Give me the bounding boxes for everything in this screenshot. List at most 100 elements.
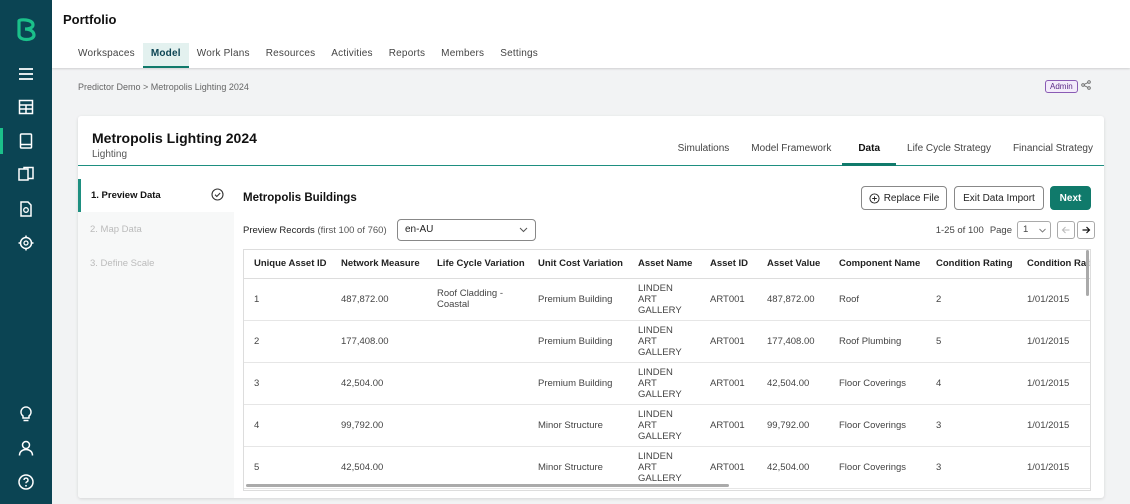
help-icon[interactable]: [0, 467, 52, 497]
table-row[interactable]: 1 487,872.00 Roof Cladding - Coastal Pre…: [244, 278, 1090, 321]
table-row[interactable]: 5 42,504.00 Minor Structure LINDEN ART G…: [244, 446, 1090, 489]
tab-life-cycle-strategy[interactable]: Life Cycle Strategy: [896, 142, 1002, 166]
table-cell: 5: [244, 446, 331, 489]
column-header[interactable]: Asset ID: [700, 250, 757, 279]
table-cell: Premium Building: [528, 320, 628, 363]
preview-table[interactable]: Unique Asset ID Network Measure Life Cyc…: [243, 249, 1091, 491]
table-cell: 42,504.00: [331, 446, 427, 489]
table-cell: 2: [244, 320, 331, 363]
table-cell: LINDEN ART GALLERY: [628, 446, 700, 489]
table-cell: Roof: [829, 278, 926, 321]
share-icon[interactable]: [1081, 80, 1091, 90]
project-card: Metropolis Lighting 2024 Lighting Simula…: [78, 116, 1104, 498]
user-icon[interactable]: [0, 433, 52, 463]
logo-icon[interactable]: [13, 17, 39, 43]
table-cell: ART001: [700, 446, 757, 489]
nav-members[interactable]: Members: [433, 43, 492, 68]
preview-label-text: Preview Records: [243, 225, 315, 236]
project-tabs: Simulations Model Framework Data Life Cy…: [667, 142, 1104, 166]
nav-resources[interactable]: Resources: [258, 43, 324, 68]
nav-work-plans[interactable]: Work Plans: [189, 43, 258, 68]
column-header[interactable]: Condition Rating: [926, 250, 1017, 279]
table-cell: 99,792.00: [331, 404, 427, 447]
table-cell: 3: [244, 362, 331, 405]
step-define-scale[interactable]: 3. Define Scale: [78, 247, 234, 280]
tab-financial-strategy[interactable]: Financial Strategy: [1002, 142, 1104, 166]
preview-records-label: Preview Records (first 100 of 760): [243, 225, 387, 236]
nav-reports[interactable]: Reports: [381, 43, 433, 68]
replace-file-label: Replace File: [883, 192, 940, 204]
tab-simulations[interactable]: Simulations: [667, 142, 741, 166]
nav-workspaces[interactable]: Workspaces: [70, 43, 143, 68]
book-icon[interactable]: [0, 126, 52, 156]
add-circle-icon: [869, 192, 880, 204]
vertical-scrollbar[interactable]: [1086, 250, 1089, 296]
nav-activities[interactable]: Activities: [323, 43, 380, 68]
page-select[interactable]: 1: [1017, 221, 1051, 239]
table-cell: 487,872.00: [757, 278, 829, 321]
table-row[interactable]: 4 99,792.00 Minor Structure LINDEN ART G…: [244, 404, 1090, 447]
nav-settings[interactable]: Settings: [492, 43, 546, 68]
arrow-right-icon: [1082, 226, 1091, 234]
bulb-icon[interactable]: [0, 399, 52, 429]
tab-model-framework[interactable]: Model Framework: [740, 142, 842, 166]
step-map-data[interactable]: 2. Map Data: [78, 213, 234, 246]
copy-icon[interactable]: [0, 160, 52, 190]
horizontal-scrollbar[interactable]: [246, 484, 729, 487]
chevron-down-icon: [1039, 228, 1046, 233]
column-header[interactable]: Asset Value: [757, 250, 829, 279]
table-row[interactable]: 3 42,504.00 Premium Building LINDEN ART …: [244, 362, 1090, 405]
table-cell: Roof Plumbing: [829, 320, 926, 363]
column-header[interactable]: Asset Name: [628, 250, 700, 279]
table-cell: [427, 362, 528, 405]
table-cell: 487,872.00: [331, 278, 427, 321]
table-cell: Premium Building: [528, 278, 628, 321]
table-cell: LINDEN ART GALLERY: [628, 362, 700, 405]
step-label: 1. Preview Data: [91, 190, 161, 201]
column-header[interactable]: Unit Cost Variation: [528, 250, 628, 279]
step-preview-data[interactable]: 1. Preview Data: [78, 179, 234, 212]
page-range: 1-25 of 100: [935, 224, 984, 236]
table-cell: Floor Coverings: [829, 362, 926, 405]
table-cell: 99,792.00: [757, 404, 829, 447]
check-circle-icon: [211, 188, 224, 201]
column-header[interactable]: Component Name: [829, 250, 926, 279]
column-header[interactable]: Condition Rati: [1017, 250, 1090, 279]
data-table: Unique Asset ID Network Measure Life Cyc…: [244, 250, 1090, 489]
nav-model[interactable]: Model: [142, 43, 189, 68]
table-cell: Minor Structure: [528, 446, 628, 489]
arrow-left-icon: [1061, 226, 1070, 234]
table-cell: Floor Coverings: [829, 404, 926, 447]
table-cell: 3: [926, 404, 1017, 447]
breadcrumb[interactable]: Predictor Demo > Metropolis Lighting 202…: [78, 82, 249, 92]
menu-icon[interactable]: [0, 59, 52, 89]
table-cell: Premium Building: [528, 362, 628, 405]
column-header[interactable]: Life Cycle Variation: [427, 250, 528, 279]
prev-page-button[interactable]: [1057, 221, 1075, 239]
card-header: Metropolis Lighting 2024 Lighting Simula…: [78, 116, 1104, 166]
table-cell: [427, 446, 528, 489]
table-cell: 177,408.00: [757, 320, 829, 363]
project-subtitle: Lighting: [92, 149, 128, 160]
grid-icon[interactable]: [0, 92, 52, 122]
settings-icon[interactable]: [0, 228, 52, 258]
section-title: Metropolis Buildings: [243, 192, 357, 204]
next-button[interactable]: Next: [1050, 186, 1091, 210]
tab-data[interactable]: Data: [842, 142, 897, 166]
page-value: 1: [1023, 224, 1029, 235]
table-cell: 4: [244, 404, 331, 447]
locale-select[interactable]: en-AU: [397, 219, 536, 241]
exit-data-import-button[interactable]: Exit Data Import: [954, 186, 1044, 210]
table-cell: 177,408.00: [331, 320, 427, 363]
column-header[interactable]: Network Measure: [331, 250, 427, 279]
replace-file-button[interactable]: Replace File: [861, 186, 947, 210]
column-header[interactable]: Unique Asset ID: [244, 250, 331, 279]
report-icon[interactable]: [0, 194, 52, 224]
table-cell: [427, 320, 528, 363]
table-cell: 1/01/2015: [1017, 320, 1090, 363]
next-page-button[interactable]: [1077, 221, 1095, 239]
main-nav: Workspaces Model Work Plans Resources Ac…: [70, 43, 546, 68]
table-cell: ART001: [700, 362, 757, 405]
locale-value: en-AU: [405, 224, 434, 235]
table-row[interactable]: 2 177,408.00 Premium Building LINDEN ART…: [244, 320, 1090, 363]
